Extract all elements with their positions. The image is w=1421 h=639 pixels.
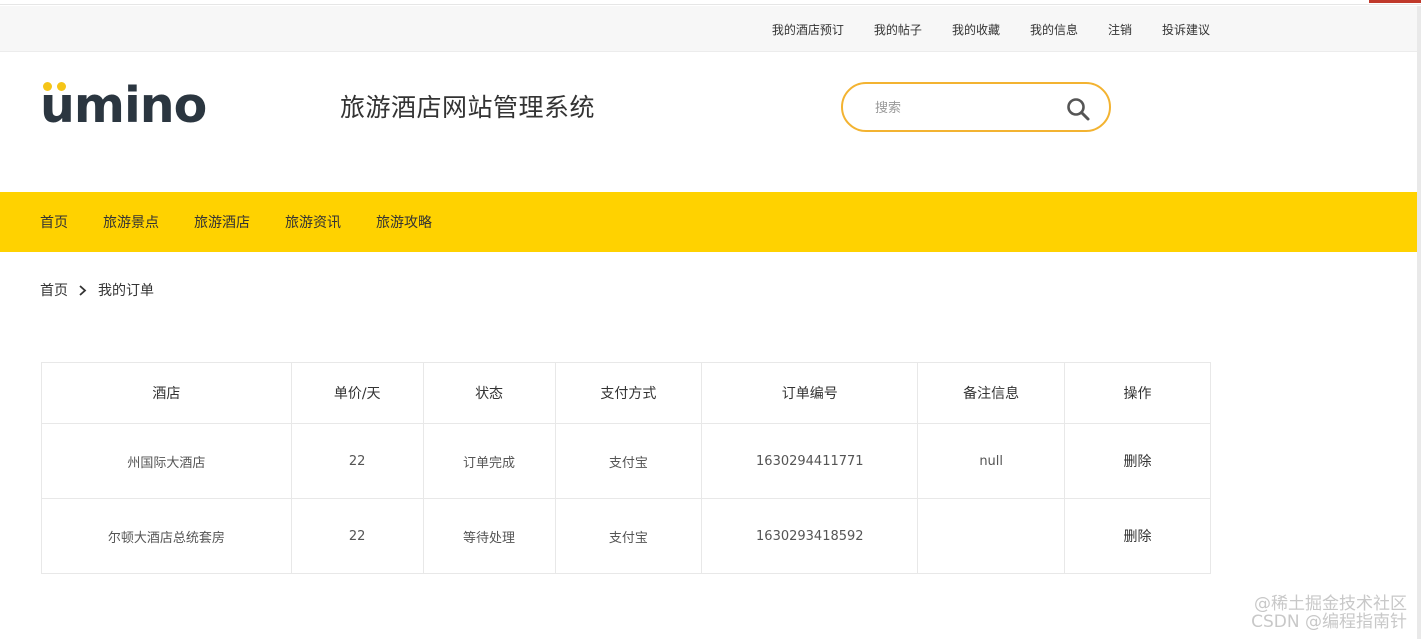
link-logout[interactable]: 注销 (1108, 21, 1132, 38)
cell-hotel: 州国际大酒店 (41, 423, 292, 499)
search-input[interactable] (875, 96, 1055, 120)
link-my-favorites[interactable]: 我的收藏 (952, 21, 1000, 38)
breadcrumb: 首页 我的订单 (40, 280, 154, 300)
breadcrumb-home[interactable]: 首页 (40, 280, 68, 300)
top-bar: 我的酒店预订 我的帖子 我的收藏 我的信息 注销 投诉建议 (0, 6, 1417, 52)
watermark: @稀土掘金技术社区 CSDN @编程指南针 (1251, 595, 1407, 631)
chevron-right-icon (79, 285, 87, 296)
table-row: 州国际大酒店 22 订单完成 支付宝 1630294411771 null 删除 (41, 423, 1211, 499)
nav-attractions[interactable]: 旅游景点 (103, 212, 159, 232)
delete-button[interactable]: 删除 (1064, 423, 1211, 499)
watermark-line: CSDN @编程指南针 (1251, 612, 1407, 632)
link-my-hotel-bookings[interactable]: 我的酒店预订 (772, 21, 844, 38)
cell-status: 等待处理 (422, 498, 556, 574)
watermark-line: @稀土掘金技术社区 (1254, 594, 1407, 614)
col-status: 状态 (422, 362, 556, 424)
link-my-posts[interactable]: 我的帖子 (874, 21, 922, 38)
col-action: 操作 (1064, 362, 1211, 424)
link-my-info[interactable]: 我的信息 (1030, 21, 1078, 38)
search-icon[interactable] (1065, 96, 1091, 122)
cell-hotel: 尔顿大酒店总统套房 (41, 498, 292, 574)
table-header-row: 酒店 单价/天 状态 支付方式 订单编号 备注信息 操作 (41, 362, 1211, 424)
main-nav: 首页 旅游景点 旅游酒店 旅游资讯 旅游攻略 (0, 192, 1417, 252)
nav-home[interactable]: 首页 (40, 212, 68, 232)
cell-note (917, 498, 1066, 574)
breadcrumb-current: 我的订单 (98, 283, 154, 299)
col-order-no: 订单编号 (701, 362, 919, 424)
link-complaints[interactable]: 投诉建议 (1162, 21, 1210, 38)
col-payment: 支付方式 (554, 362, 703, 424)
cell-order-no: 1630293418592 (701, 498, 919, 574)
table-row: 尔顿大酒店总统套房 22 等待处理 支付宝 1630293418592 删除 (41, 498, 1211, 574)
user-links: 我的酒店预订 我的帖子 我的收藏 我的信息 注销 投诉建议 (742, 6, 1210, 52)
top-edge (0, 0, 1421, 5)
cell-status: 订单完成 (422, 423, 556, 499)
cell-note: null (917, 423, 1066, 499)
nav-hotels[interactable]: 旅游酒店 (194, 212, 250, 232)
col-hotel: 酒店 (41, 362, 292, 424)
nav-news[interactable]: 旅游资讯 (285, 212, 341, 232)
scrollbar[interactable] (1417, 6, 1421, 639)
cell-payment: 支付宝 (554, 498, 703, 574)
col-note: 备注信息 (917, 362, 1066, 424)
col-price: 单价/天 (290, 362, 424, 424)
nav-guides[interactable]: 旅游攻略 (376, 212, 432, 232)
cell-price: 22 (290, 498, 424, 574)
cell-order-no: 1630294411771 (701, 423, 919, 499)
logo[interactable]: umino (40, 78, 207, 134)
logo-dots (43, 82, 66, 91)
close-tab-edge (1369, 0, 1421, 3)
cell-price: 22 (290, 423, 424, 499)
site-title: 旅游酒店网站管理系统 (340, 93, 596, 122)
cell-payment: 支付宝 (554, 423, 703, 499)
search-box (841, 82, 1111, 132)
delete-button[interactable]: 删除 (1064, 498, 1211, 574)
orders-table: 酒店 单价/天 状态 支付方式 订单编号 备注信息 操作 州国际大酒店 22 订… (41, 362, 1211, 574)
